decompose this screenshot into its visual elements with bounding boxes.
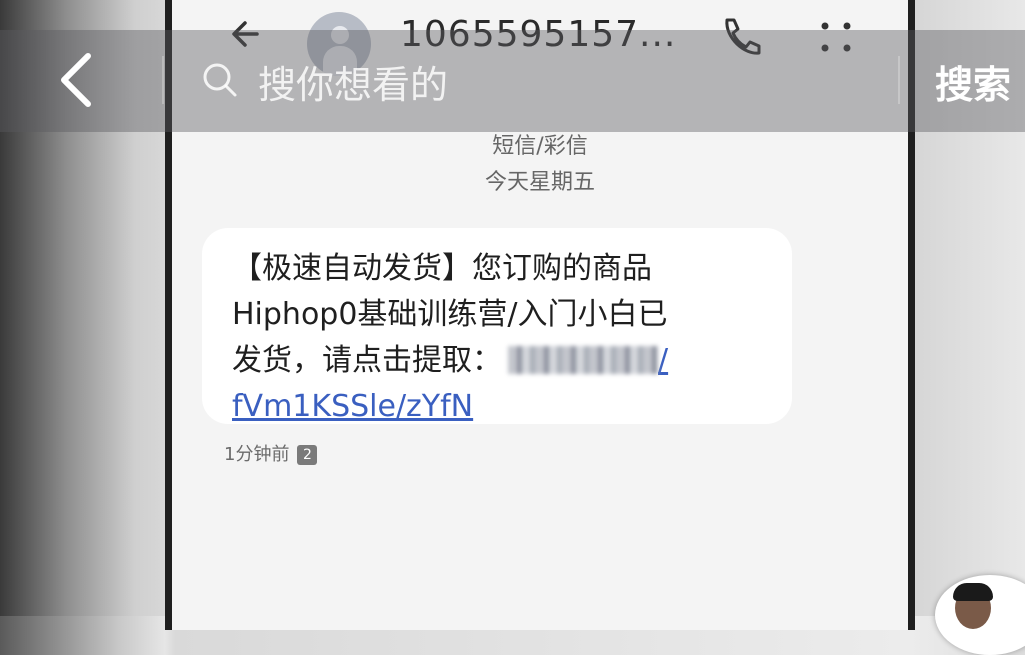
- message-line-3-text: 发货，请点击提取：: [232, 343, 502, 378]
- redacted-link-domain: [508, 346, 658, 374]
- search-button[interactable]: 搜索: [935, 54, 1011, 109]
- search-bar-overlay: 搜你想看的 搜索: [0, 30, 1025, 132]
- presenter-thumbnail: [935, 575, 1025, 655]
- message-link[interactable]: fVm1KSSle/zYfN: [232, 384, 766, 430]
- date-label: 今天星期五: [484, 170, 595, 195]
- search-input[interactable]: 搜你想看的: [258, 54, 448, 109]
- sim-badge: 2: [297, 445, 318, 465]
- time-ago: 1分钟前: [224, 444, 290, 465]
- message-line-2: Hiphop0基础训练营/入门小白已: [232, 297, 668, 332]
- divider-right: [898, 56, 900, 104]
- search-icon: [203, 63, 237, 97]
- message-line-1: 【极速自动发货】您订购的商品: [232, 251, 652, 286]
- divider-left: [162, 56, 164, 104]
- message-link-tail[interactable]: /: [658, 343, 668, 378]
- chevron-left-icon[interactable]: [52, 46, 102, 114]
- message-bubble[interactable]: 【极速自动发货】您订购的商品 Hiphop0基础训练营/入门小白已 发货，请点击…: [202, 228, 792, 424]
- message-meta: 1分钟前 2: [224, 440, 318, 466]
- message-line-3: 发货，请点击提取： /: [232, 338, 766, 384]
- message-type-label: 短信/彩信: [492, 134, 588, 159]
